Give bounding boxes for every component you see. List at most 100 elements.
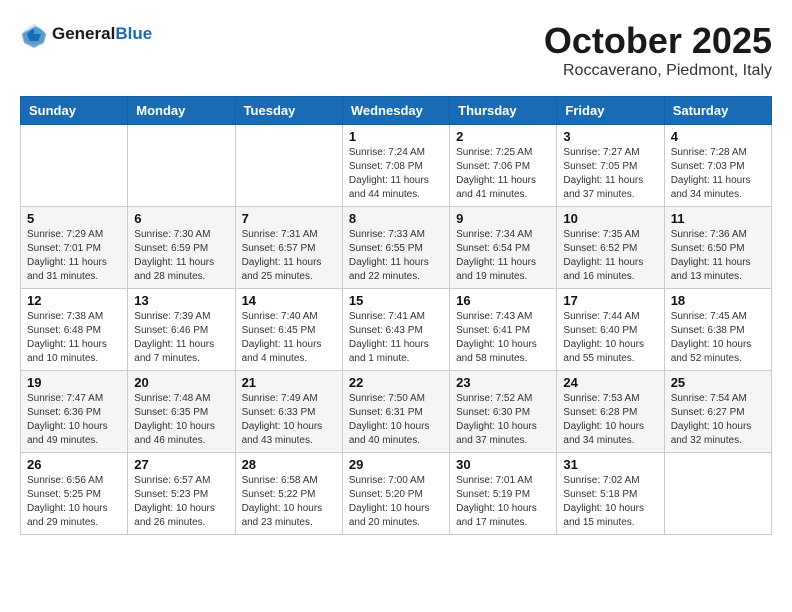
calendar-cell [235,125,342,207]
logo-text: GeneralBlue [52,24,152,44]
col-monday: Monday [128,97,235,125]
day-info: Sunrise: 6:56 AM Sunset: 5:25 PM Dayligh… [27,474,121,530]
location-subtitle: Roccaverano, Piedmont, Italy [544,62,772,80]
day-number: 12 [27,293,121,308]
day-number: 18 [671,293,765,308]
calendar-cell: 5 Sunrise: 7:29 AM Sunset: 7:01 PM Daylig… [21,207,128,289]
col-sunday: Sunday [21,97,128,125]
calendar-cell: 28 Sunrise: 6:58 AM Sunset: 5:22 PM Dayli… [235,453,342,535]
calendar-cell: 23 Sunrise: 7:52 AM Sunset: 6:30 PM Dayli… [450,371,557,453]
calendar-week-5: 26 Sunrise: 6:56 AM Sunset: 5:25 PM Dayli… [21,453,772,535]
calendar-cell: 24 Sunrise: 7:53 AM Sunset: 6:28 PM Dayli… [557,371,664,453]
day-info: Sunrise: 7:31 AM Sunset: 6:57 PM Dayligh… [242,228,336,284]
day-number: 20 [134,375,228,390]
day-number: 22 [349,375,443,390]
calendar-cell: 14 Sunrise: 7:40 AM Sunset: 6:45 PM Dayli… [235,289,342,371]
day-number: 26 [27,457,121,472]
day-info: Sunrise: 7:44 AM Sunset: 6:40 PM Dayligh… [563,310,657,366]
day-info: Sunrise: 7:40 AM Sunset: 6:45 PM Dayligh… [242,310,336,366]
day-info: Sunrise: 7:47 AM Sunset: 6:36 PM Dayligh… [27,392,121,448]
day-number: 17 [563,293,657,308]
page-header: GeneralBlue October 2025 Roccaverano, Pi… [20,20,772,80]
col-tuesday: Tuesday [235,97,342,125]
calendar-week-2: 5 Sunrise: 7:29 AM Sunset: 7:01 PM Daylig… [21,207,772,289]
calendar-cell: 20 Sunrise: 7:48 AM Sunset: 6:35 PM Dayli… [128,371,235,453]
day-number: 9 [456,211,550,226]
day-number: 23 [456,375,550,390]
calendar-cell: 6 Sunrise: 7:30 AM Sunset: 6:59 PM Daylig… [128,207,235,289]
col-wednesday: Wednesday [342,97,449,125]
calendar-cell: 31Sunrise: 7:02 AM Sunset: 5:18 PM Dayli… [557,453,664,535]
day-info: Sunrise: 7:48 AM Sunset: 6:35 PM Dayligh… [134,392,228,448]
day-info: Sunrise: 7:27 AM Sunset: 7:05 PM Dayligh… [563,146,657,202]
month-title: October 2025 [544,20,772,62]
calendar-cell: 25Sunrise: 7:54 AM Sunset: 6:27 PM Dayli… [664,371,771,453]
day-number: 1 [349,129,443,144]
day-info: Sunrise: 7:43 AM Sunset: 6:41 PM Dayligh… [456,310,550,366]
calendar-cell [128,125,235,207]
calendar-cell [21,125,128,207]
col-thursday: Thursday [450,97,557,125]
calendar-cell [664,453,771,535]
day-info: Sunrise: 7:29 AM Sunset: 7:01 PM Dayligh… [27,228,121,284]
day-number: 5 [27,211,121,226]
day-number: 11 [671,211,765,226]
calendar-cell: 26 Sunrise: 6:56 AM Sunset: 5:25 PM Dayli… [21,453,128,535]
calendar-cell: 22 Sunrise: 7:50 AM Sunset: 6:31 PM Dayli… [342,371,449,453]
calendar-cell: 2 Sunrise: 7:25 AM Sunset: 7:06 PM Daylig… [450,125,557,207]
day-number: 27 [134,457,228,472]
day-info: Sunrise: 7:00 AM Sunset: 5:20 PM Dayligh… [349,474,443,530]
day-number: 14 [242,293,336,308]
day-info: Sunrise: 7:41 AM Sunset: 6:43 PM Dayligh… [349,310,443,366]
calendar-week-4: 19 Sunrise: 7:47 AM Sunset: 6:36 PM Dayli… [21,371,772,453]
day-number: 21 [242,375,336,390]
day-number: 2 [456,129,550,144]
day-info: Sunrise: 7:53 AM Sunset: 6:28 PM Dayligh… [563,392,657,448]
day-info: Sunrise: 6:57 AM Sunset: 5:23 PM Dayligh… [134,474,228,530]
col-saturday: Saturday [664,97,771,125]
logo-icon [20,20,48,48]
calendar-cell: 12 Sunrise: 7:38 AM Sunset: 6:48 PM Dayli… [21,289,128,371]
calendar-cell: 3Sunrise: 7:27 AM Sunset: 7:05 PM Daylig… [557,125,664,207]
day-number: 28 [242,457,336,472]
calendar-cell: 17 Sunrise: 7:44 AM Sunset: 6:40 PM Dayli… [557,289,664,371]
calendar-cell: 19 Sunrise: 7:47 AM Sunset: 6:36 PM Dayli… [21,371,128,453]
day-info: Sunrise: 7:52 AM Sunset: 6:30 PM Dayligh… [456,392,550,448]
day-info: Sunrise: 7:50 AM Sunset: 6:31 PM Dayligh… [349,392,443,448]
calendar-cell: 18Sunrise: 7:45 AM Sunset: 6:38 PM Dayli… [664,289,771,371]
day-info: Sunrise: 7:54 AM Sunset: 6:27 PM Dayligh… [671,392,765,448]
day-info: Sunrise: 7:01 AM Sunset: 5:19 PM Dayligh… [456,474,550,530]
day-number: 24 [563,375,657,390]
day-info: Sunrise: 7:49 AM Sunset: 6:33 PM Dayligh… [242,392,336,448]
day-info: Sunrise: 7:24 AM Sunset: 7:08 PM Dayligh… [349,146,443,202]
calendar-week-1: 1 Sunrise: 7:24 AM Sunset: 7:08 PM Daylig… [21,125,772,207]
calendar-cell: 29 Sunrise: 7:00 AM Sunset: 5:20 PM Dayli… [342,453,449,535]
calendar-cell: 27 Sunrise: 6:57 AM Sunset: 5:23 PM Dayli… [128,453,235,535]
calendar-table: Sunday Monday Tuesday Wednesday Thursday… [20,96,772,535]
title-section: October 2025 Roccaverano, Piedmont, Ital… [544,20,772,80]
day-info: Sunrise: 7:39 AM Sunset: 6:46 PM Dayligh… [134,310,228,366]
calendar-cell: 21 Sunrise: 7:49 AM Sunset: 6:33 PM Dayli… [235,371,342,453]
day-number: 6 [134,211,228,226]
calendar-cell: 15Sunrise: 7:41 AM Sunset: 6:43 PM Dayli… [342,289,449,371]
day-number: 4 [671,129,765,144]
day-number: 29 [349,457,443,472]
day-info: Sunrise: 7:34 AM Sunset: 6:54 PM Dayligh… [456,228,550,284]
day-number: 7 [242,211,336,226]
day-info: Sunrise: 7:30 AM Sunset: 6:59 PM Dayligh… [134,228,228,284]
calendar-cell: 9 Sunrise: 7:34 AM Sunset: 6:54 PM Daylig… [450,207,557,289]
calendar-cell: 16 Sunrise: 7:43 AM Sunset: 6:41 PM Dayli… [450,289,557,371]
day-number: 13 [134,293,228,308]
day-number: 30 [456,457,550,472]
calendar-cell: 30 Sunrise: 7:01 AM Sunset: 5:19 PM Dayli… [450,453,557,535]
calendar-cell: 7 Sunrise: 7:31 AM Sunset: 6:57 PM Daylig… [235,207,342,289]
calendar-cell: 4Sunrise: 7:28 AM Sunset: 7:03 PM Daylig… [664,125,771,207]
day-info: Sunrise: 7:38 AM Sunset: 6:48 PM Dayligh… [27,310,121,366]
day-info: Sunrise: 7:33 AM Sunset: 6:55 PM Dayligh… [349,228,443,284]
calendar-week-3: 12 Sunrise: 7:38 AM Sunset: 6:48 PM Dayli… [21,289,772,371]
day-info: Sunrise: 6:58 AM Sunset: 5:22 PM Dayligh… [242,474,336,530]
day-number: 19 [27,375,121,390]
day-info: Sunrise: 7:25 AM Sunset: 7:06 PM Dayligh… [456,146,550,202]
day-number: 16 [456,293,550,308]
calendar-cell: 11Sunrise: 7:36 AM Sunset: 6:50 PM Dayli… [664,207,771,289]
